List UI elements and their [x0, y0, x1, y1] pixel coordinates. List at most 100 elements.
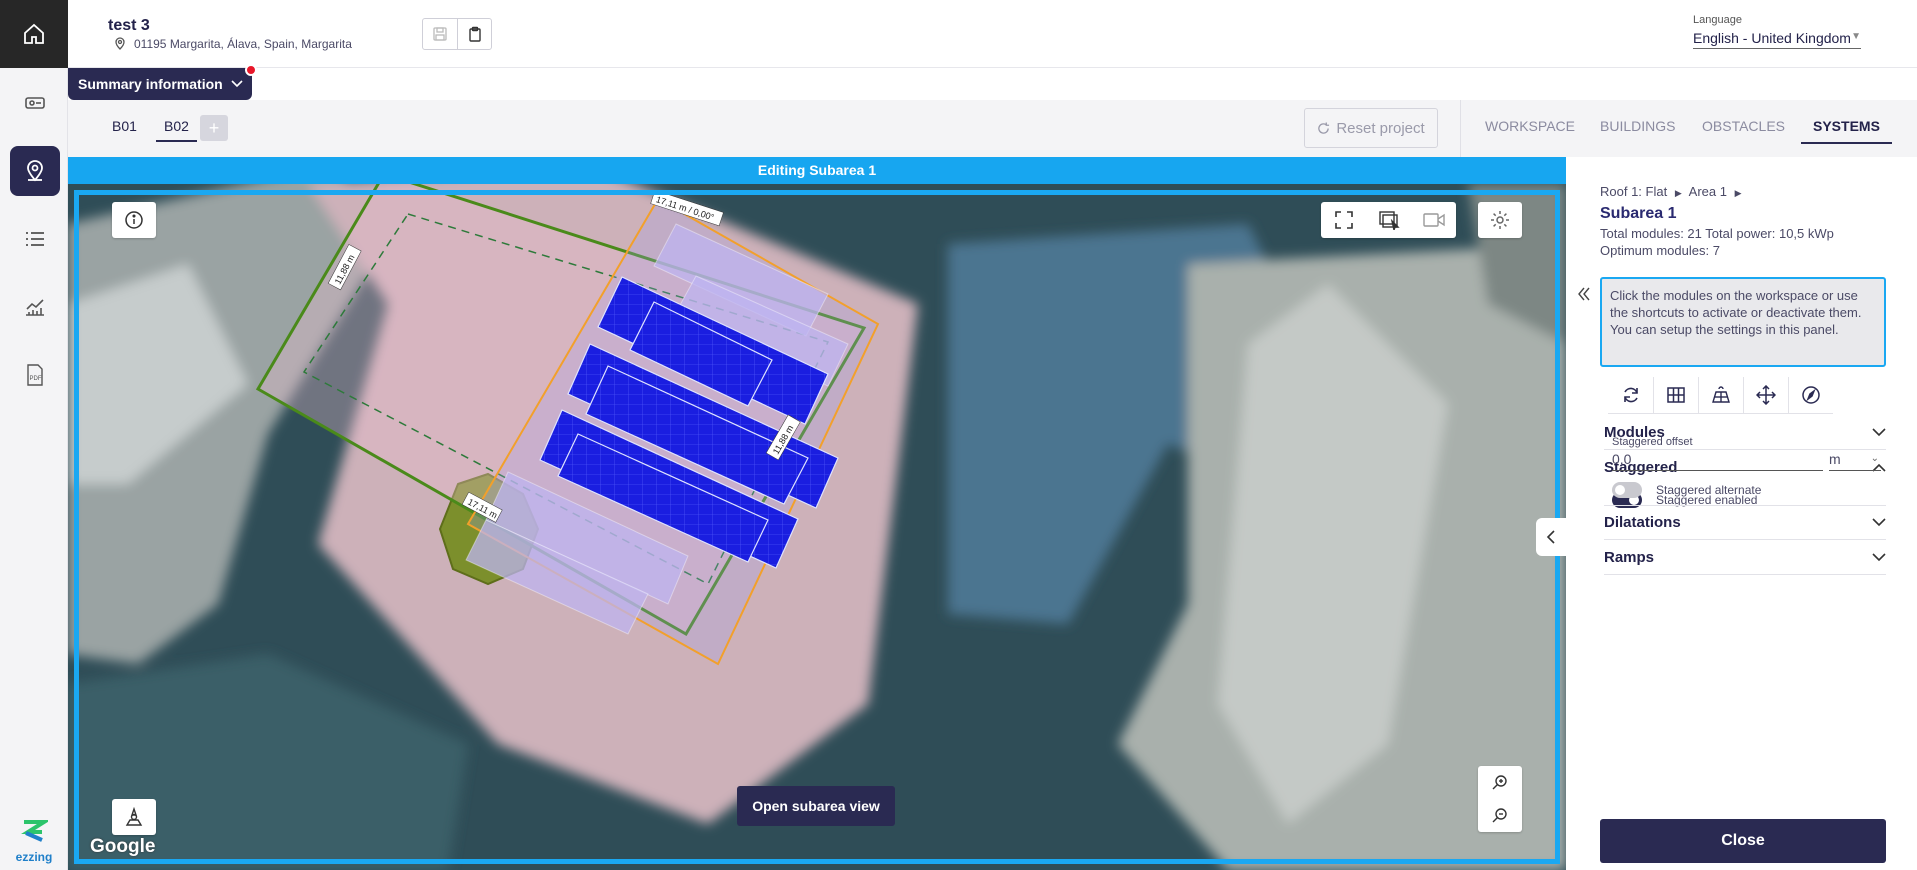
zoom-in-button[interactable]	[1478, 766, 1522, 799]
brand-logo: ezzing	[8, 819, 60, 864]
orientation-shortcut-button[interactable]	[1788, 377, 1833, 413]
grid-icon	[1667, 387, 1685, 403]
staggered-offset-unit-select[interactable]: m ⌄	[1829, 448, 1881, 471]
clipboard-button[interactable]	[457, 19, 491, 49]
google-attribution: Google	[90, 836, 156, 857]
breadcrumb-separator: ▶	[1674, 188, 1682, 198]
sidebar-item-location[interactable]	[10, 146, 60, 196]
chart-icon	[26, 299, 44, 316]
tab-obstacles[interactable]: OBSTACLES	[1702, 118, 1785, 134]
staggered-alternate-toggle[interactable]	[1612, 482, 1642, 498]
breadcrumb-area[interactable]: Area 1	[1689, 184, 1727, 199]
staggered-alternate-row: Staggered alternate	[1612, 482, 1761, 498]
map-settings-button[interactable]	[1478, 202, 1522, 238]
language-select[interactable]: English - United Kingdom ▼	[1693, 30, 1861, 49]
zoom-out-button[interactable]	[1478, 799, 1522, 832]
double-chevron-left-icon	[1578, 287, 1590, 301]
ramps-section-header[interactable]: Ramps	[1604, 540, 1886, 575]
summary-label: Summary information	[78, 76, 223, 92]
satellite-map-canvas[interactable]: 17,11 m / 0,00° 11,88 m 17,11 m 11,88 m	[68, 184, 1566, 870]
open-subarea-view-button[interactable]: Open subarea view	[737, 786, 895, 826]
subarea-title: Subarea 1	[1600, 205, 1677, 222]
save-button[interactable]	[423, 19, 457, 49]
grid-shortcut-button[interactable]	[1653, 377, 1698, 413]
ramps-section-label: Ramps	[1604, 548, 1655, 566]
systems-panel: Roof 1: Flat ▶ Area 1 ▶ Subarea 1 Total …	[1566, 157, 1917, 870]
tab-workspace[interactable]: WORKSPACE	[1485, 118, 1575, 134]
summary-information-button[interactable]: Summary information	[68, 68, 252, 100]
map-workspace[interactable]: 17,11 m / 0,00° 11,88 m 17,11 m 11,88 m	[68, 184, 1566, 870]
chevron-down-icon	[1872, 552, 1886, 561]
brand-name: ezzing	[15, 850, 53, 864]
left-sidebar: PDF ezzing	[0, 0, 68, 870]
sidebar-item-analytics[interactable]	[10, 282, 60, 332]
breadcrumb: Roof 1: Flat ▶ Area 1 ▶	[1600, 184, 1742, 199]
toolbar-divider	[1460, 100, 1461, 157]
select-area-button[interactable]	[1366, 202, 1411, 238]
top-header: test 3 01195 Margarita, Álava, Spain, Ma…	[68, 0, 1917, 68]
staggered-alternate-label: Staggered alternate	[1656, 483, 1762, 497]
subarea-optimum: Optimum modules: 7	[1600, 243, 1720, 258]
staggered-offset-input[interactable]: 0,0	[1612, 448, 1823, 471]
language-value: English - United Kingdom	[1693, 30, 1851, 46]
close-button[interactable]: Close	[1600, 819, 1886, 863]
list-icon	[26, 232, 44, 246]
sidebar-item-pdf[interactable]: PDF	[10, 350, 60, 400]
add-building-button[interactable]: +	[200, 115, 228, 141]
svg-text:PDF: PDF	[30, 376, 42, 382]
zoom-out-icon	[1492, 807, 1507, 822]
home-icon	[24, 23, 44, 44]
tab-building-b02[interactable]: B02	[156, 118, 197, 142]
camera-button[interactable]	[1411, 202, 1456, 238]
rotate-shortcut-button[interactable]	[1608, 377, 1653, 413]
panel-fill-shortcut-button[interactable]	[1698, 377, 1743, 413]
gear-icon	[1491, 211, 1509, 229]
building-toolbar: B01 B02 + Reset project WORKSPACE BUILDI…	[68, 100, 1917, 157]
reset-project-label: Reset project	[1336, 119, 1425, 137]
chevron-left-icon	[1546, 530, 1555, 544]
dilatations-section-header[interactable]: Dilatations	[1604, 505, 1886, 540]
panel-collapse-button[interactable]	[1578, 287, 1590, 304]
compass-icon	[125, 807, 143, 826]
reset-project-button[interactable]: Reset project	[1304, 108, 1438, 148]
project-address-text: 01195 Margarita, Álava, Spain, Margarita	[134, 37, 352, 51]
unit-value: m	[1829, 451, 1841, 467]
info-button[interactable]	[112, 202, 156, 238]
fullscreen-button[interactable]	[1321, 202, 1366, 238]
project-title: test 3	[108, 17, 150, 34]
info-icon	[125, 211, 143, 229]
pin-icon	[115, 37, 125, 50]
fullscreen-icon	[1334, 211, 1353, 229]
solar-panel-icon	[1712, 386, 1730, 403]
map-tool-group	[1321, 202, 1456, 238]
refresh-icon	[1318, 121, 1330, 134]
staggered-offset-label: Staggered offset	[1612, 436, 1693, 448]
pdf-icon: PDF	[27, 364, 43, 386]
save-icon	[433, 27, 447, 41]
chevron-down-icon	[1872, 427, 1886, 436]
sidebar-item-list[interactable]	[10, 214, 60, 264]
camera-icon	[1422, 213, 1445, 227]
sidebar-item-equipment[interactable]	[10, 78, 60, 128]
breadcrumb-roof[interactable]: Roof 1: Flat	[1600, 184, 1667, 199]
zoom-in-icon	[1492, 774, 1507, 789]
tab-systems[interactable]: SYSTEMS	[1801, 118, 1892, 144]
chevron-down-icon: ⌄	[1870, 453, 1879, 464]
instructions-box: Click the modules on the workspace or us…	[1600, 277, 1886, 367]
app-root: PDF ezzing test 3 01195 Margarita, Álava…	[0, 0, 1917, 870]
home-button[interactable]	[0, 0, 68, 68]
toggle-knob	[1615, 485, 1625, 495]
dilatations-section-label: Dilatations	[1604, 514, 1681, 531]
clipboard-icon	[468, 26, 481, 42]
tab-buildings[interactable]: BUILDINGS	[1600, 118, 1675, 134]
map-collapse-handle[interactable]	[1536, 518, 1566, 556]
move-shortcut-button[interactable]	[1743, 377, 1788, 413]
chevron-down-icon	[1872, 518, 1886, 527]
rotate-icon	[1623, 387, 1638, 403]
tab-building-b01[interactable]: B01	[112, 118, 137, 134]
zoom-controls	[1478, 766, 1522, 832]
project-address: 01195 Margarita, Álava, Spain, Margarita	[114, 37, 352, 51]
language-label: Language	[1693, 14, 1742, 26]
module-shortcuts	[1608, 377, 1833, 414]
compass-button[interactable]	[112, 799, 156, 835]
